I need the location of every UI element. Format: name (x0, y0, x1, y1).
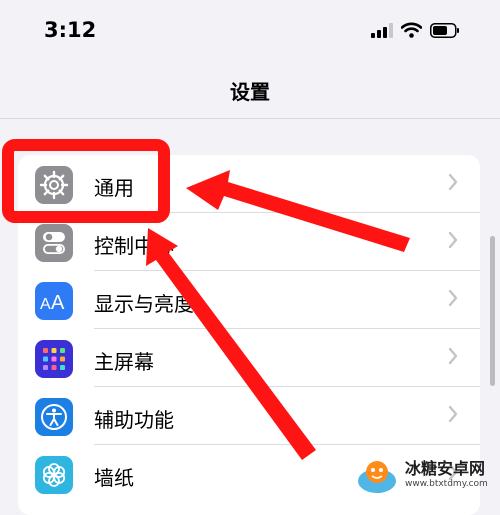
settings-item-label: 主屏幕 (94, 350, 154, 374)
settings-item-accessibility[interactable]: 辅助功能 (18, 387, 480, 445)
toggles-icon (35, 224, 73, 262)
battery-icon (430, 22, 460, 42)
chevron-right-icon (448, 231, 458, 253)
watermark-name: 冰糖安卓网 (405, 459, 486, 478)
settings-item-display-brightness[interactable]: A A 显示与亮度 (18, 271, 480, 329)
scrollbar[interactable] (490, 236, 495, 386)
gear-icon (35, 166, 73, 204)
settings-item-control-center[interactable]: 控制中心 (18, 213, 480, 271)
watermark: 冰糖安卓网 www.btxtdmy.com (355, 455, 488, 495)
chevron-right-icon (448, 347, 458, 369)
chevron-right-icon (448, 173, 458, 195)
text-size-icon: A A (35, 282, 73, 320)
cellular-signal-icon (371, 22, 393, 42)
settings-item-home-screen[interactable]: 主屏幕 (18, 329, 480, 387)
page-title: 设置 (230, 80, 270, 104)
settings-item-label: 辅助功能 (94, 408, 174, 432)
wifi-icon (400, 22, 423, 42)
settings-item-general[interactable]: 通用 (18, 155, 480, 213)
flower-icon (35, 456, 73, 494)
settings-item-label: 墙纸 (94, 466, 134, 490)
chevron-right-icon (448, 289, 458, 311)
accessibility-icon (35, 398, 73, 436)
watermark-logo-icon (358, 461, 396, 493)
status-bar: 3:12 (0, 0, 500, 62)
settings-item-label: 通用 (94, 176, 134, 200)
svg-text:A: A (40, 296, 51, 312)
settings-item-label: 控制中心 (94, 234, 174, 258)
chevron-right-icon (448, 405, 458, 427)
svg-text:A: A (51, 292, 65, 312)
settings-item-label: 显示与亮度 (94, 292, 194, 316)
app-grid-icon (35, 340, 73, 378)
status-icons (371, 22, 460, 42)
watermark-url: www.btxtdmy.com (405, 479, 488, 489)
navigation-bar: 设置 (0, 62, 500, 119)
status-time: 3:12 (44, 18, 97, 42)
